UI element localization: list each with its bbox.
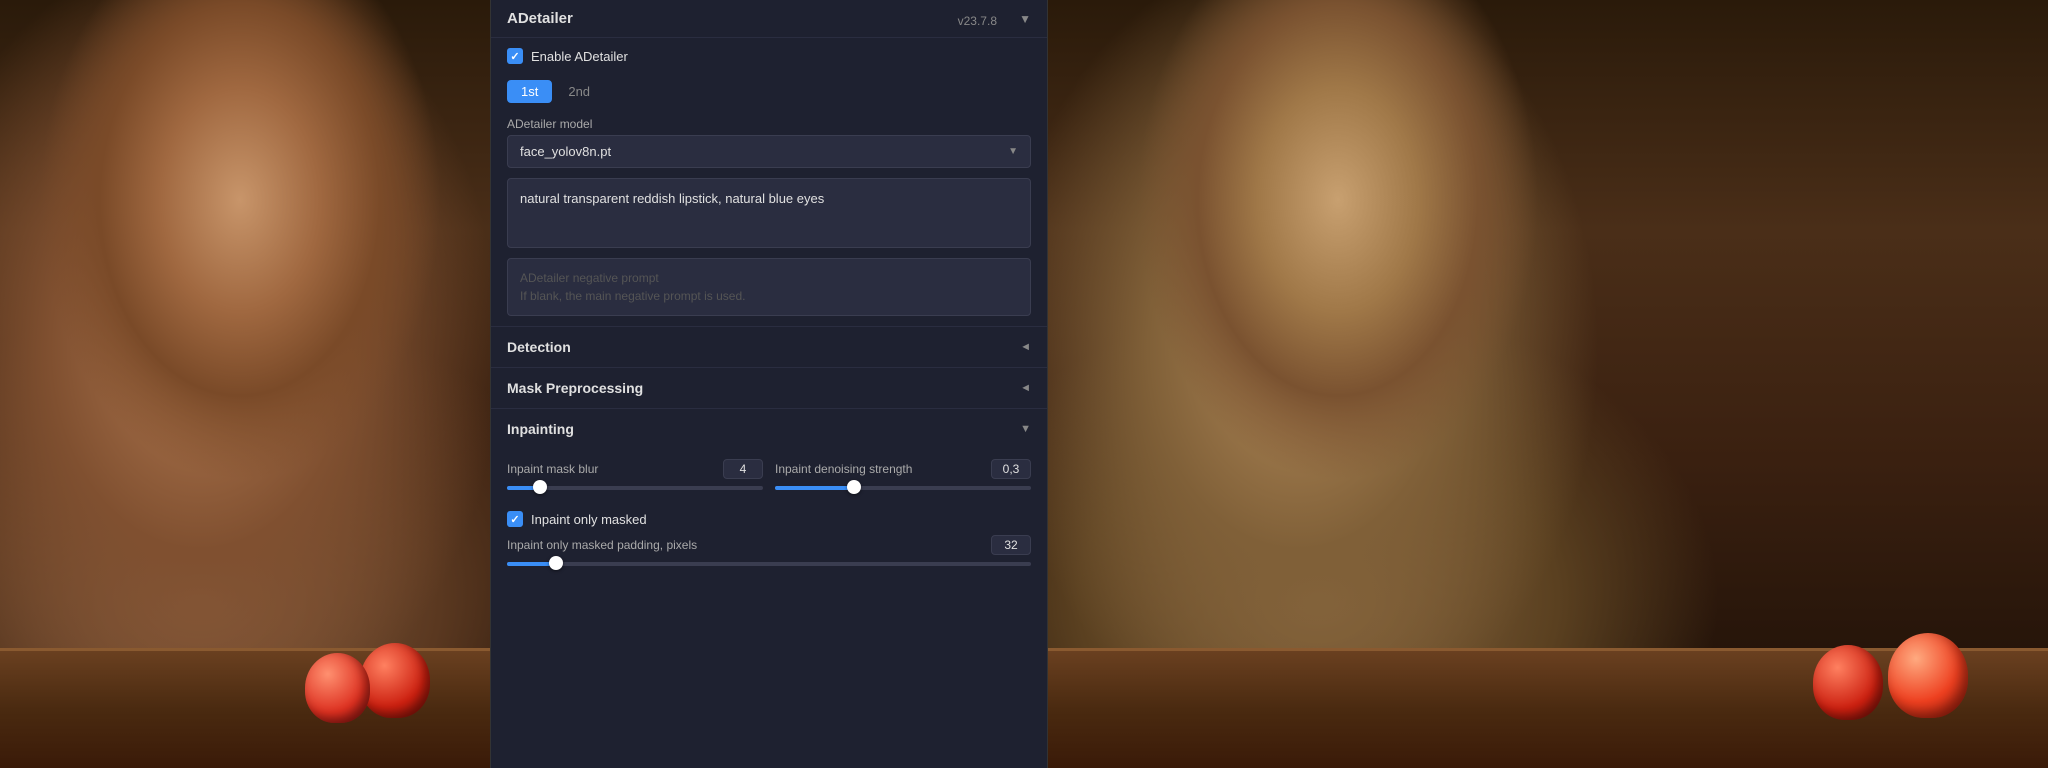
adetailer-panel: ADetailer v23.7.8 ▼ Enable ADetailer 1st… bbox=[490, 0, 1048, 768]
apple-decoration-right bbox=[1888, 633, 1968, 718]
inpaint-only-masked-checkbox[interactable] bbox=[507, 511, 523, 527]
padding-value[interactable]: 32 bbox=[991, 535, 1031, 555]
denoising-label: Inpaint denoising strength bbox=[775, 462, 912, 476]
background-left bbox=[0, 0, 490, 768]
padding-thumb[interactable] bbox=[549, 556, 563, 570]
apple-decoration-left bbox=[360, 643, 430, 718]
inpainting-arrow-icon: ▼ bbox=[1020, 423, 1031, 435]
panel-collapse-icon[interactable]: ▼ bbox=[1019, 12, 1031, 26]
mask-blur-thumb[interactable] bbox=[533, 480, 547, 494]
tab-first[interactable]: 1st bbox=[507, 80, 552, 103]
model-label: ADetailer model bbox=[491, 109, 1047, 135]
model-select-value: face_yolov8n.pt bbox=[520, 144, 611, 159]
padding-header: Inpaint only masked padding, pixels 32 bbox=[507, 535, 1031, 555]
padding-label: Inpaint only masked padding, pixels bbox=[507, 538, 697, 552]
mask-blur-header: Inpaint mask blur 4 bbox=[507, 459, 763, 479]
denoising-track bbox=[775, 486, 1031, 490]
negative-placeholder-line1: ADetailer negative prompt bbox=[520, 269, 1018, 287]
enable-label: Enable ADetailer bbox=[531, 49, 628, 64]
mask-blur-label: Inpaint mask blur bbox=[507, 462, 598, 476]
tab-second[interactable]: 2nd bbox=[554, 80, 604, 103]
mask-blur-value[interactable]: 4 bbox=[723, 459, 763, 479]
enable-row: Enable ADetailer bbox=[491, 38, 1047, 74]
denoising-slider[interactable] bbox=[775, 485, 1031, 491]
apple-decoration-right-2 bbox=[1813, 645, 1883, 720]
inpainting-content: Inpaint mask blur 4 Inpaint denoising st… bbox=[491, 449, 1047, 581]
inpaint-only-masked-row: Inpaint only masked bbox=[507, 511, 1031, 527]
apple-decoration-left-2 bbox=[305, 653, 370, 723]
version-label: v23.7.8 bbox=[958, 14, 997, 28]
inpainting-section-header[interactable]: Inpainting ▼ bbox=[491, 408, 1047, 449]
negative-placeholder-line2: If blank, the main negative prompt is us… bbox=[520, 287, 1018, 305]
prompt-textarea[interactable]: natural transparent reddish lipstick, na… bbox=[507, 178, 1031, 248]
negative-prompt-area[interactable]: ADetailer negative prompt If blank, the … bbox=[507, 258, 1031, 316]
denoising-header: Inpaint denoising strength 0,3 bbox=[775, 459, 1031, 479]
detection-section-header[interactable]: Detection ◄ bbox=[491, 326, 1047, 367]
mask-blur-group: Inpaint mask blur 4 bbox=[507, 459, 763, 503]
enable-checkbox[interactable] bbox=[507, 48, 523, 64]
detection-arrow-icon: ◄ bbox=[1020, 341, 1031, 353]
inpaint-only-masked-label: Inpaint only masked bbox=[531, 512, 647, 527]
padding-slider[interactable] bbox=[507, 561, 1031, 567]
inpainting-title: Inpainting bbox=[507, 421, 574, 437]
dual-sliders-row: Inpaint mask blur 4 Inpaint denoising st… bbox=[507, 459, 1031, 503]
denoising-value[interactable]: 0,3 bbox=[991, 459, 1031, 479]
prompt-value: natural transparent reddish lipstick, na… bbox=[520, 191, 824, 206]
mask-preprocessing-title: Mask Preprocessing bbox=[507, 380, 643, 396]
model-select[interactable]: face_yolov8n.pt ▼ bbox=[507, 135, 1031, 168]
background-right bbox=[1038, 0, 2048, 768]
denoising-group: Inpaint denoising strength 0,3 bbox=[775, 459, 1031, 503]
mask-preprocessing-arrow-icon: ◄ bbox=[1020, 382, 1031, 394]
tabs-row: 1st 2nd bbox=[491, 74, 1047, 109]
denoising-thumb[interactable] bbox=[847, 480, 861, 494]
denoising-fill bbox=[775, 486, 852, 490]
padding-track bbox=[507, 562, 1031, 566]
panel-header: ADetailer v23.7.8 ▼ bbox=[491, 0, 1047, 38]
panel-title: ADetailer bbox=[507, 10, 573, 27]
mask-blur-slider[interactable] bbox=[507, 485, 763, 491]
select-arrow-icon: ▼ bbox=[1008, 146, 1018, 157]
detection-title: Detection bbox=[507, 339, 571, 355]
mask-preprocessing-section-header[interactable]: Mask Preprocessing ◄ bbox=[491, 367, 1047, 408]
